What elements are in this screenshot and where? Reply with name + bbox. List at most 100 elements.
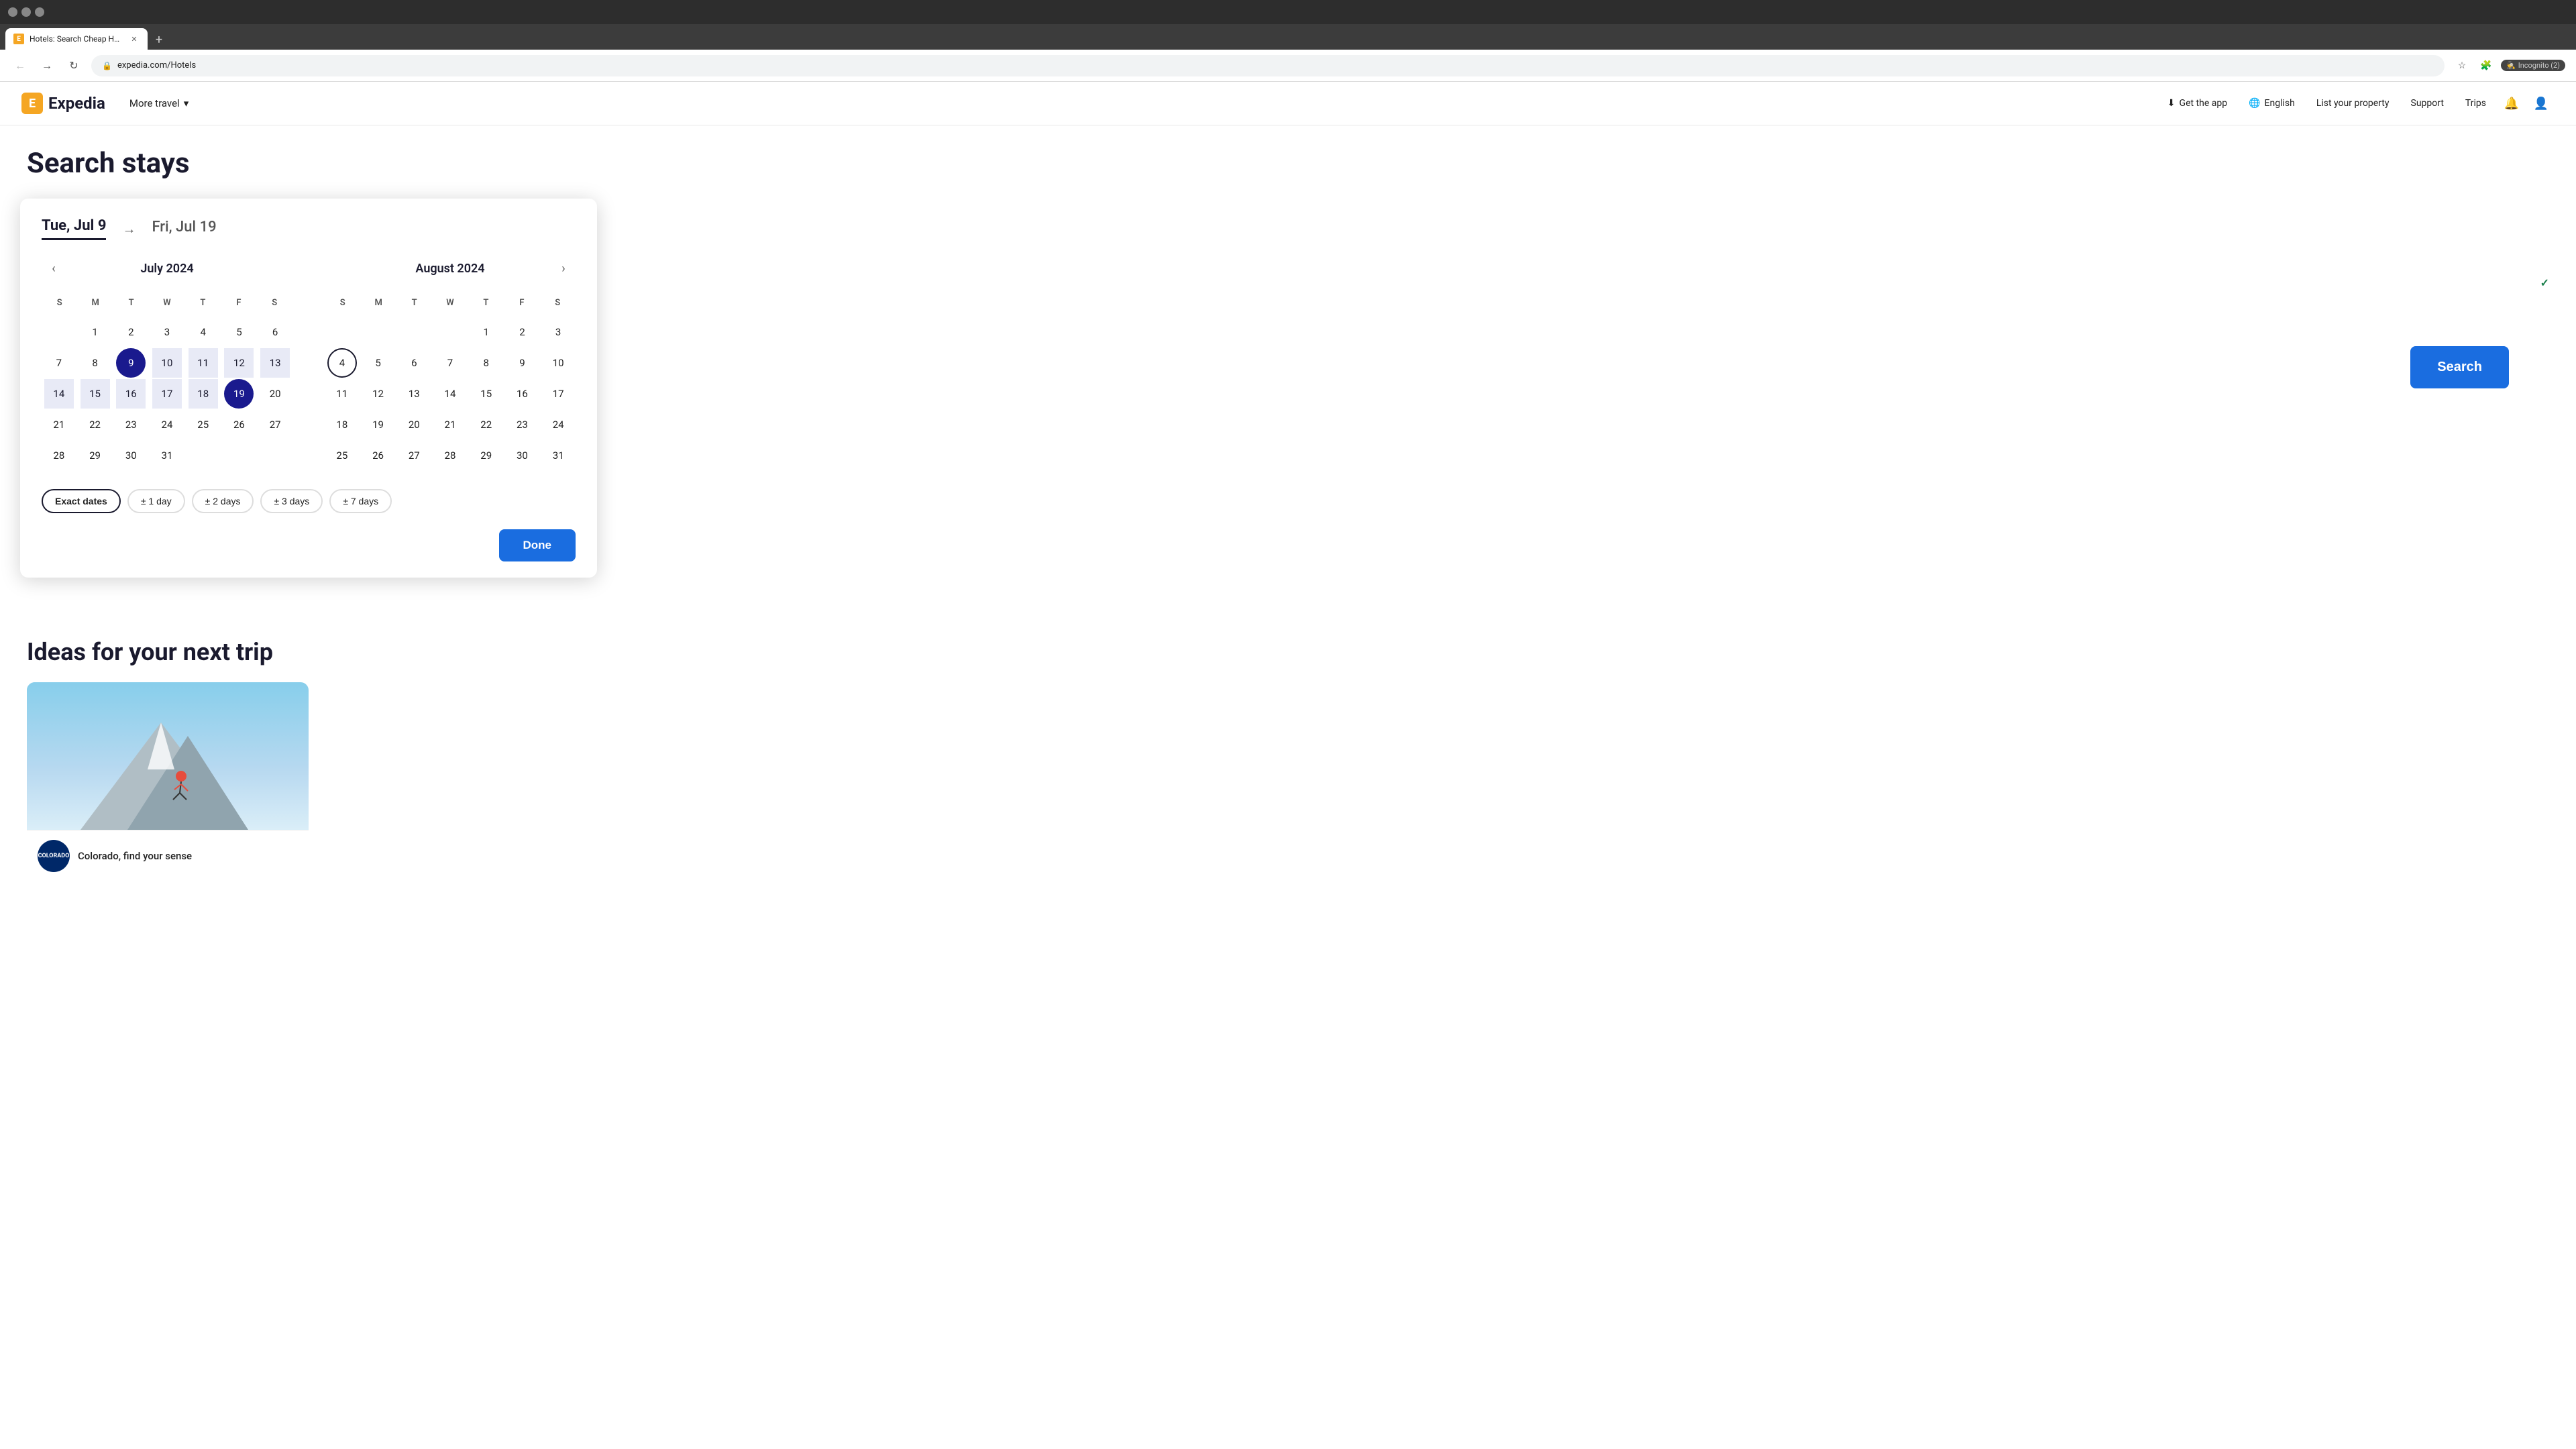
incognito-badge[interactable]: 🕵 Incognito (2)	[2501, 60, 2565, 71]
july-day-13[interactable]: 13	[260, 348, 290, 378]
july-day-17[interactable]: 17	[152, 379, 182, 409]
minimize-button[interactable]	[8, 7, 17, 17]
august-day-19[interactable]: 19	[364, 410, 393, 439]
august-day-6[interactable]: 6	[399, 348, 429, 378]
july-day-6[interactable]: 6	[260, 317, 290, 347]
notifications-button[interactable]: 🔔	[2498, 90, 2525, 117]
july-day-7[interactable]: 7	[44, 348, 74, 378]
prev-month-button[interactable]: ‹	[42, 256, 66, 280]
july-day-26[interactable]: 26	[224, 410, 254, 439]
july-day-10[interactable]: 10	[152, 348, 182, 378]
july-day-1[interactable]: 1	[80, 317, 110, 347]
flex-option-exact-dates[interactable]: Exact dates	[42, 489, 121, 513]
july-day-31[interactable]: 31	[152, 441, 182, 470]
done-button[interactable]: Done	[499, 529, 576, 561]
list-property-button[interactable]: List your property	[2307, 93, 2399, 114]
july-day-16[interactable]: 16	[116, 379, 146, 409]
more-travel-button[interactable]: More travel ▾	[121, 92, 197, 115]
august-day-17[interactable]: 17	[543, 379, 573, 409]
july-day-9[interactable]: 9	[116, 348, 146, 378]
july-day-25[interactable]: 25	[189, 410, 218, 439]
july-day-29[interactable]: 29	[80, 441, 110, 470]
august-day-10[interactable]: 10	[543, 348, 573, 378]
august-day-9[interactable]: 9	[507, 348, 537, 378]
august-day-4[interactable]: 4	[327, 348, 357, 378]
reload-button[interactable]: ↻	[64, 56, 83, 75]
maximize-button[interactable]	[21, 7, 31, 17]
august-day-23[interactable]: 23	[507, 410, 537, 439]
august-day-18[interactable]: 18	[327, 410, 357, 439]
august-day-20[interactable]: 20	[399, 410, 429, 439]
july-day-20[interactable]: 20	[260, 379, 290, 409]
search-button[interactable]: Search	[2410, 346, 2509, 388]
august-day-26[interactable]: 26	[364, 441, 393, 470]
tab-bar: E Hotels: Search Cheap Hotels, ... ✕ +	[0, 24, 2576, 50]
close-button[interactable]	[35, 7, 44, 17]
july-day-24[interactable]: 24	[152, 410, 182, 439]
august-day-12[interactable]: 12	[364, 379, 393, 409]
july-day-8[interactable]: 8	[80, 348, 110, 378]
august-day-22[interactable]: 22	[472, 410, 501, 439]
august-day-16[interactable]: 16	[507, 379, 537, 409]
august-day-3[interactable]: 3	[543, 317, 573, 347]
trips-button[interactable]: Trips	[2456, 93, 2496, 114]
forward-button[interactable]: →	[38, 56, 56, 75]
end-date-tab[interactable]: Fri, Jul 19	[152, 219, 216, 239]
august-day-7[interactable]: 7	[435, 348, 465, 378]
active-tab[interactable]: E Hotels: Search Cheap Hotels, ... ✕	[5, 28, 148, 50]
language-button[interactable]: 🌐 English	[2239, 93, 2304, 114]
august-day-13[interactable]: 13	[399, 379, 429, 409]
flex-option---1-day[interactable]: ± 1 day	[127, 489, 185, 513]
august-day-21[interactable]: 21	[435, 410, 465, 439]
august-day-1[interactable]: 1	[472, 317, 501, 347]
july-day-28[interactable]: 28	[44, 441, 74, 470]
july-day-12[interactable]: 12	[224, 348, 254, 378]
july-day-3[interactable]: 3	[152, 317, 182, 347]
get-app-button[interactable]: ⬇ Get the app	[2158, 93, 2237, 114]
august-day-30[interactable]: 30	[507, 441, 537, 470]
account-button[interactable]: 👤	[2528, 90, 2555, 117]
flex-option---2-days[interactable]: ± 2 days	[192, 489, 254, 513]
aug-weekday-s2: S	[540, 294, 576, 312]
start-date-tab[interactable]: Tue, Jul 9	[42, 217, 106, 240]
flex-option---7-days[interactable]: ± 7 days	[329, 489, 392, 513]
august-day-2[interactable]: 2	[507, 317, 537, 347]
august-day-24[interactable]: 24	[543, 410, 573, 439]
next-month-button[interactable]: ›	[551, 256, 576, 280]
july-day-21[interactable]: 21	[44, 410, 74, 439]
extensions-button[interactable]: 🧩	[2477, 56, 2496, 75]
august-day-15[interactable]: 15	[472, 379, 501, 409]
bookmark-button[interactable]: ☆	[2453, 56, 2471, 75]
weekday-m1: M	[77, 294, 113, 312]
new-tab-button[interactable]: +	[149, 30, 169, 50]
july-day-18[interactable]: 18	[189, 379, 218, 409]
august-day-28[interactable]: 28	[435, 441, 465, 470]
august-day-31[interactable]: 31	[543, 441, 573, 470]
july-day-22[interactable]: 22	[80, 410, 110, 439]
july-day-15[interactable]: 15	[80, 379, 110, 409]
logo[interactable]: E Expedia	[21, 93, 105, 114]
tab-close-button[interactable]: ✕	[129, 34, 140, 44]
support-button[interactable]: Support	[2402, 93, 2453, 114]
august-day-8[interactable]: 8	[472, 348, 501, 378]
august-day-25[interactable]: 25	[327, 441, 357, 470]
july-day-4[interactable]: 4	[189, 317, 218, 347]
tab-favicon: E	[13, 34, 24, 44]
aug-weekday-t1: T	[396, 294, 432, 312]
july-day-5[interactable]: 5	[224, 317, 254, 347]
july-day-27[interactable]: 27	[260, 410, 290, 439]
flex-option---3-days[interactable]: ± 3 days	[260, 489, 323, 513]
august-day-5[interactable]: 5	[364, 348, 393, 378]
back-button[interactable]: ←	[11, 56, 30, 75]
url-bar[interactable]: 🔒 expedia.com/Hotels	[91, 55, 2445, 76]
july-day-11[interactable]: 11	[189, 348, 218, 378]
july-day-14[interactable]: 14	[44, 379, 74, 409]
july-day-19[interactable]: 19	[224, 379, 254, 409]
august-day-14[interactable]: 14	[435, 379, 465, 409]
july-day-2[interactable]: 2	[116, 317, 146, 347]
july-day-30[interactable]: 30	[116, 441, 146, 470]
july-day-23[interactable]: 23	[116, 410, 146, 439]
august-day-27[interactable]: 27	[399, 441, 429, 470]
august-day-29[interactable]: 29	[472, 441, 501, 470]
august-day-11[interactable]: 11	[327, 379, 357, 409]
